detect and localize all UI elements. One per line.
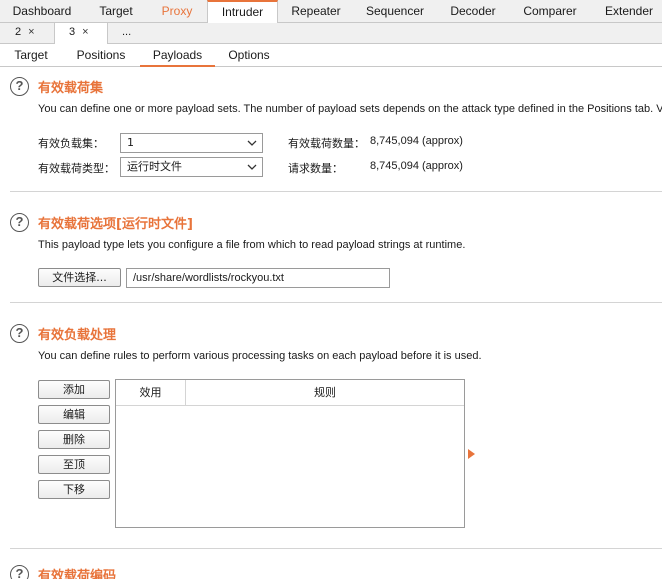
move-up-button[interactable]: 至顶 — [38, 455, 110, 474]
column-header-enabled[interactable]: 效用 — [116, 380, 186, 406]
file-path-input[interactable]: /usr/share/wordlists/rockyou.txt — [126, 268, 390, 288]
payload-options-description: This payload type lets you configure a f… — [38, 239, 466, 251]
help-icon[interactable]: ? — [10, 324, 29, 343]
tab-positions[interactable]: Positions — [72, 44, 130, 67]
move-down-button[interactable]: 下移 — [38, 480, 110, 499]
chevron-down-icon — [247, 164, 257, 170]
payload-set-select[interactable]: 1 — [120, 133, 263, 153]
payload-processing-title: 有效负载处理 — [38, 328, 117, 343]
help-icon[interactable]: ? — [10, 77, 29, 96]
section-divider — [10, 302, 662, 303]
payload-encoding-title: 有效载荷编码 — [38, 569, 117, 579]
payload-count-label: 有效载荷数量： — [288, 137, 365, 150]
attack-tab-label: 3 — [69, 26, 76, 38]
help-icon[interactable]: ? — [10, 213, 29, 232]
tab-comparer[interactable]: Comparer — [517, 0, 583, 23]
section-divider — [10, 191, 662, 192]
top-tab-bar: Dashboard Target Proxy Intruder Repeater… — [0, 0, 662, 23]
payload-count-value: 8,745,094 (approx) — [370, 135, 463, 147]
payload-type-label: 有效载荷类型： — [38, 162, 115, 175]
tab-decoder[interactable]: Decoder — [445, 0, 501, 23]
add-rule-button[interactable]: 添加 — [38, 380, 110, 399]
edit-rule-button[interactable]: 编辑 — [38, 405, 110, 424]
expand-arrow-icon[interactable] — [468, 449, 475, 459]
section-divider — [10, 548, 662, 549]
payload-options-title: 有效载荷选项[运行时文件] — [38, 217, 193, 232]
attack-tab-3[interactable]: 3 × — [54, 23, 108, 44]
attack-tab-bar: 2 × 3 × ... — [0, 23, 662, 44]
new-tab-button[interactable]: ... — [122, 23, 136, 43]
tab-dashboard[interactable]: Dashboard — [8, 0, 76, 23]
payload-set-label: 有效负载集： — [38, 137, 104, 150]
tab-options[interactable]: Options — [224, 44, 274, 67]
tab-sequencer[interactable]: Sequencer — [360, 0, 430, 23]
payload-type-select[interactable]: 运行时文件 — [120, 157, 263, 177]
payload-type-value: 运行时文件 — [127, 160, 182, 173]
tab-payloads[interactable]: Payloads — [140, 44, 215, 67]
close-icon[interactable]: × — [28, 26, 34, 38]
intruder-tab-bar: Target Positions Payloads Options — [0, 44, 662, 67]
tab-extender[interactable]: Extender — [598, 0, 660, 23]
select-file-button[interactable]: 文件选择... — [38, 268, 121, 287]
tab-target[interactable]: Target — [90, 0, 142, 23]
tab-proxy[interactable]: Proxy — [154, 0, 200, 23]
chevron-down-icon — [247, 140, 257, 146]
processing-rules-table[interactable]: 效用 规则 — [115, 379, 465, 528]
table-header: 效用 规则 — [116, 380, 464, 406]
payload-set-value: 1 — [127, 136, 134, 149]
close-icon[interactable]: × — [82, 26, 88, 38]
request-count-value: 8,745,094 (approx) — [370, 160, 463, 172]
payload-processing-description: You can define rules to perform various … — [38, 350, 482, 362]
payload-sets-description: You can define one or more payload sets.… — [38, 103, 662, 115]
tab-target-config[interactable]: Target — [10, 44, 52, 67]
attack-tab-2[interactable]: 2 × — [15, 23, 49, 43]
help-icon[interactable]: ? — [10, 565, 29, 579]
remove-rule-button[interactable]: 删除 — [38, 430, 110, 449]
request-count-label: 请求数量： — [288, 162, 343, 175]
attack-tab-label: 2 — [15, 26, 22, 38]
tab-intruder[interactable]: Intruder — [207, 0, 278, 23]
column-header-rule[interactable]: 规则 — [186, 380, 464, 406]
tab-repeater[interactable]: Repeater — [283, 0, 349, 23]
payload-sets-title: 有效载荷集 — [38, 81, 104, 96]
